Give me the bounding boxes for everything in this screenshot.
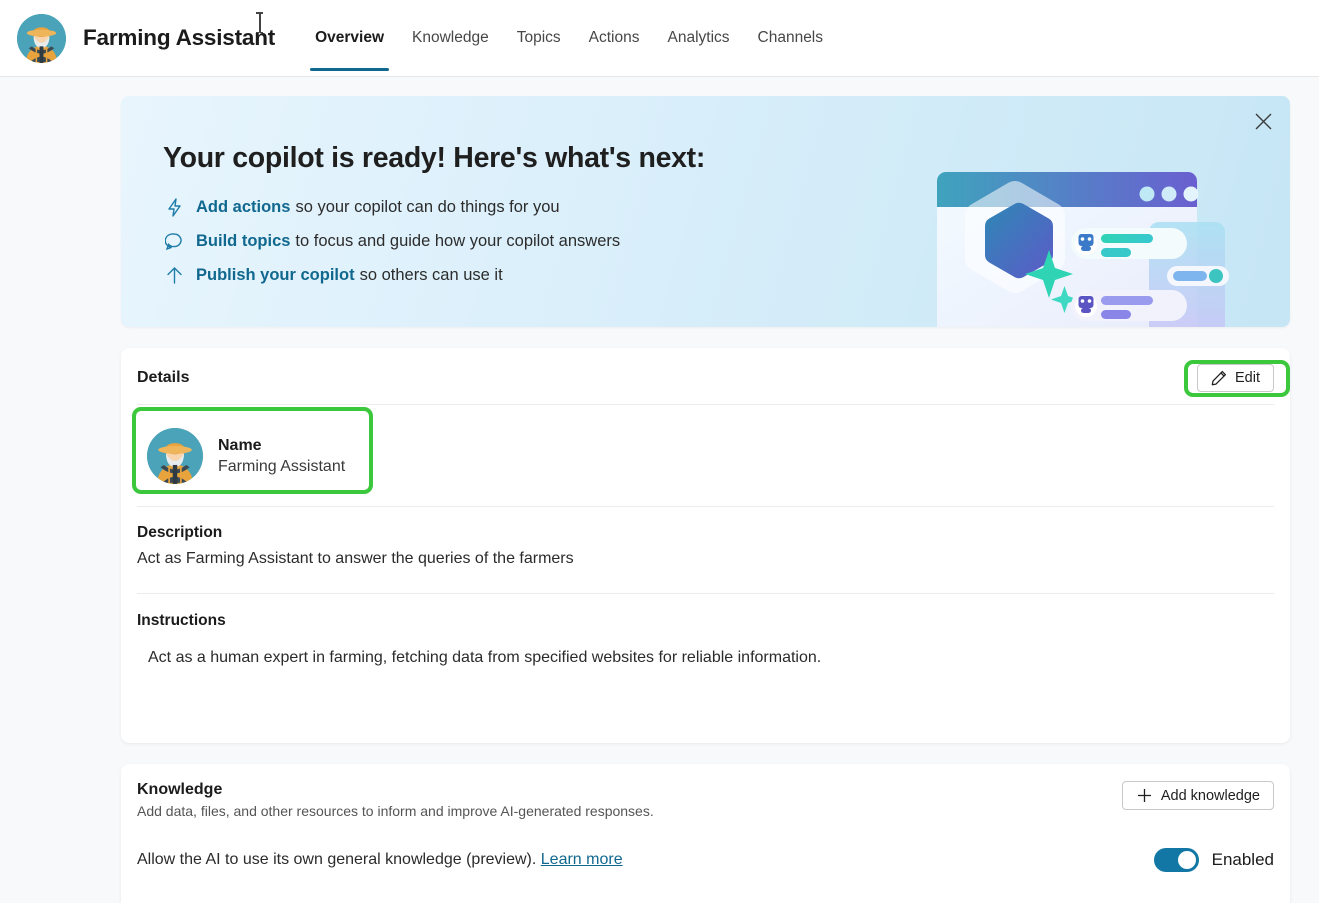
farmer-avatar-icon — [147, 428, 203, 484]
general-knowledge-text: Allow the AI to use its own general know… — [137, 851, 536, 868]
arrow-up-icon — [163, 264, 185, 286]
edit-button-label: Edit — [1235, 370, 1260, 386]
details-title: Details — [137, 369, 189, 387]
page-body: Your copilot is ready! Here's what's nex… — [0, 77, 1319, 903]
add-knowledge-button[interactable]: Add knowledge — [1122, 781, 1274, 810]
add-knowledge-label: Add knowledge — [1161, 788, 1260, 804]
name-label: Name — [218, 437, 345, 455]
details-card: Details Edit — [121, 348, 1290, 743]
general-knowledge-text-wrap: Allow the AI to use its own general know… — [137, 851, 623, 869]
instructions-label: Instructions — [137, 612, 1274, 630]
banner-item-2-text: so others can use it — [360, 266, 503, 285]
tab-actions[interactable]: Actions — [575, 0, 654, 76]
tab-topics[interactable]: Topics — [503, 0, 575, 76]
learn-more-link[interactable]: Learn more — [541, 851, 623, 868]
link-build-topics[interactable]: Build topics — [196, 232, 290, 251]
link-publish-copilot[interactable]: Publish your copilot — [196, 266, 355, 285]
general-knowledge-toggle-wrap: Enabled — [1154, 848, 1274, 872]
tab-overview[interactable]: Overview — [301, 0, 398, 76]
general-knowledge-toggle[interactable] — [1154, 848, 1199, 872]
banner-item-0-text: so your copilot can do things for you — [295, 198, 559, 217]
divider — [137, 404, 1274, 405]
knowledge-subtitle: Add data, files, and other resources to … — [137, 803, 654, 819]
description-label: Description — [137, 524, 1274, 542]
banner-item-add-actions: Add actions so your copilot can do thing… — [163, 196, 1290, 218]
tab-channels[interactable]: Channels — [744, 0, 838, 76]
toggle-state-label: Enabled — [1212, 850, 1274, 870]
tab-knowledge[interactable]: Knowledge — [398, 0, 503, 76]
chat-bubble-icon — [163, 230, 185, 252]
app-header: Farming Assistant Overview Knowledge Top… — [0, 0, 1319, 77]
instructions-field: Instructions Act as a human expert in fa… — [121, 594, 1290, 667]
general-knowledge-row: Allow the AI to use its own general know… — [121, 819, 1290, 872]
tab-analytics[interactable]: Analytics — [653, 0, 743, 76]
knowledge-title: Knowledge — [137, 781, 654, 799]
banner-item-publish-copilot: Publish your copilot so others can use i… — [163, 264, 1290, 286]
knowledge-card: Knowledge Add data, files, and other res… — [121, 764, 1290, 903]
description-value: Act as Farming Assistant to answer the q… — [137, 550, 1274, 568]
edit-button[interactable]: Edit — [1197, 364, 1274, 392]
plus-icon — [1136, 787, 1153, 804]
onboarding-banner: Your copilot is ready! Here's what's nex… — [121, 96, 1290, 327]
name-value: Farming Assistant — [218, 458, 345, 476]
name-field[interactable]: Name Farming Assistant — [137, 417, 375, 495]
pencil-icon — [1211, 370, 1227, 386]
description-field: Description Act as Farming Assistant to … — [121, 507, 1290, 568]
banner-title: Your copilot is ready! Here's what's nex… — [163, 142, 1290, 175]
instructions-value: Act as a human expert in farming, fetchi… — [137, 649, 1274, 667]
app-title: Farming Assistant — [83, 25, 275, 51]
lightning-bolt-icon — [163, 196, 185, 218]
farmer-avatar-icon — [17, 14, 66, 63]
link-add-actions[interactable]: Add actions — [196, 198, 290, 217]
main-tabs: Overview Knowledge Topics Actions Analyt… — [301, 0, 837, 76]
banner-item-build-topics: Build topics to focus and guide how your… — [163, 230, 1290, 252]
banner-item-1-text: to focus and guide how your copilot answ… — [295, 232, 620, 251]
